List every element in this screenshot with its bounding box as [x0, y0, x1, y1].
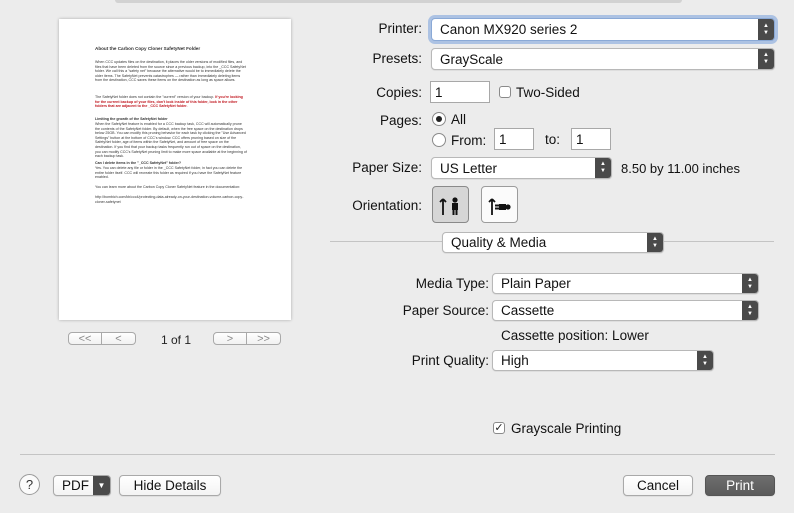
preview-link: http://bombich.com/kb/ccc4/protecting-da…: [95, 195, 244, 204]
preview-paragraph-3: When the SafetyNet feature is enabled fo…: [95, 122, 247, 159]
previous-page-button[interactable]: <: [102, 332, 136, 345]
last-page-button[interactable]: >>: [247, 332, 281, 345]
paper-source-label: Paper Source:: [402, 303, 489, 318]
pages-from-field[interactable]: 1: [494, 128, 534, 150]
presets-label: Presets:: [372, 51, 422, 66]
presets-popup[interactable]: GrayScale ▲ ▼: [431, 48, 775, 70]
paper-source-value: Cassette: [501, 303, 555, 318]
preview-normal-text: The SafetyNet folder does not contain th…: [95, 95, 216, 99]
updown-arrows-icon: ▲ ▼: [697, 351, 713, 370]
cancel-button[interactable]: Cancel: [623, 475, 693, 496]
paper-size-label: Paper Size:: [352, 160, 422, 175]
footer-divider: [20, 454, 775, 455]
portrait-orientation-icon: [438, 196, 458, 215]
copies-label: Copies:: [376, 85, 422, 100]
section-popup[interactable]: Quality & Media ▲ ▼: [442, 232, 664, 253]
print-quality-label: Print Quality:: [411, 353, 489, 368]
pdf-label: PDF: [62, 478, 89, 493]
next-page-button[interactable]: >: [213, 332, 247, 345]
paper-dimensions: 8.50 by 11.00 inches: [621, 161, 741, 176]
pages-all-radio[interactable]: [432, 112, 446, 126]
chevron-down-icon: ▼: [93, 476, 110, 495]
updown-arrows-icon: ▲ ▼: [647, 233, 663, 252]
updown-arrows-icon: ▲ ▼: [742, 274, 758, 293]
pages-from-label: From:: [451, 133, 487, 148]
print-quality-popup[interactable]: High ▲ ▼: [492, 350, 714, 371]
paper-source-popup[interactable]: Cassette ▲ ▼: [492, 300, 759, 321]
updown-arrows-icon: ▲ ▼: [758, 49, 774, 69]
cassette-position-note: Cassette position: Lower: [501, 328, 649, 343]
printer-label: Printer:: [378, 21, 422, 36]
presets-value: GrayScale: [440, 51, 504, 67]
landscape-orientation-button[interactable]: [481, 186, 518, 223]
pages-from-radio[interactable]: [432, 133, 446, 147]
portrait-orientation-button[interactable]: [432, 186, 469, 223]
preview-heading-2: Can I delete items in the "_CCC SafetyNe…: [95, 161, 182, 165]
landscape-orientation-icon: [487, 197, 511, 215]
copies-field[interactable]: 1: [430, 81, 490, 103]
orientation-label: Orientation:: [352, 198, 422, 213]
pages-to-label: to:: [545, 132, 561, 147]
media-type-popup[interactable]: Plain Paper ▲ ▼: [492, 273, 759, 294]
preview-nav-forward-group: > >>: [213, 332, 281, 345]
printer-value: Canon MX920 series 2: [440, 22, 578, 37]
hide-details-button[interactable]: Hide Details: [119, 475, 221, 496]
first-page-button[interactable]: <<: [68, 332, 102, 345]
preview-paragraph-2: The SafetyNet folder does not contain th…: [95, 95, 247, 109]
two-sided-checkbox[interactable]: [499, 86, 511, 98]
print-quality-value: High: [501, 353, 529, 368]
printer-popup[interactable]: Canon MX920 series 2 ▲ ▼: [431, 18, 775, 41]
grayscale-label: Grayscale Printing: [511, 421, 622, 436]
preview-title: About the Carbon Copy Cloner SafetyNet F…: [95, 46, 201, 51]
help-button[interactable]: ?: [19, 474, 40, 495]
page-preview: About the Carbon Copy Cloner SafetyNet F…: [59, 19, 291, 320]
pdf-menu-button[interactable]: PDF ▼: [53, 475, 111, 496]
grayscale-checkbox[interactable]: ✓: [493, 422, 505, 434]
preview-nav-back-group: << <: [68, 332, 136, 345]
updown-arrows-icon: ▲ ▼: [595, 158, 611, 178]
media-type-label: Media Type:: [415, 276, 489, 291]
preview-paragraph-1: When CCC updates files on the destinatio…: [95, 60, 246, 83]
checkmark-icon: ✓: [494, 421, 504, 434]
pages-all-label: All: [451, 112, 467, 127]
pages-to-field[interactable]: 1: [571, 128, 611, 150]
sheet-top-edge: [115, 0, 682, 3]
paper-size-popup[interactable]: US Letter ▲ ▼: [431, 157, 612, 179]
updown-arrows-icon: ▲ ▼: [758, 19, 774, 40]
page-indicator: 1 of 1: [161, 333, 192, 347]
updown-arrows-icon: ▲ ▼: [742, 301, 758, 320]
pages-label: Pages:: [379, 113, 422, 128]
preview-paragraph-5: You can learn more about the Carbon Copy…: [95, 185, 241, 189]
preview-paragraph-4: Yes. You can delete any file or folder i…: [95, 166, 243, 180]
preview-heading-1: Limiting the growth of the SafetyNet fol…: [95, 117, 168, 121]
paper-size-value: US Letter: [440, 160, 498, 176]
section-value: Quality & Media: [451, 235, 547, 250]
print-button[interactable]: Print: [705, 475, 775, 496]
media-type-value: Plain Paper: [501, 276, 571, 291]
two-sided-label: Two-Sided: [516, 85, 580, 100]
